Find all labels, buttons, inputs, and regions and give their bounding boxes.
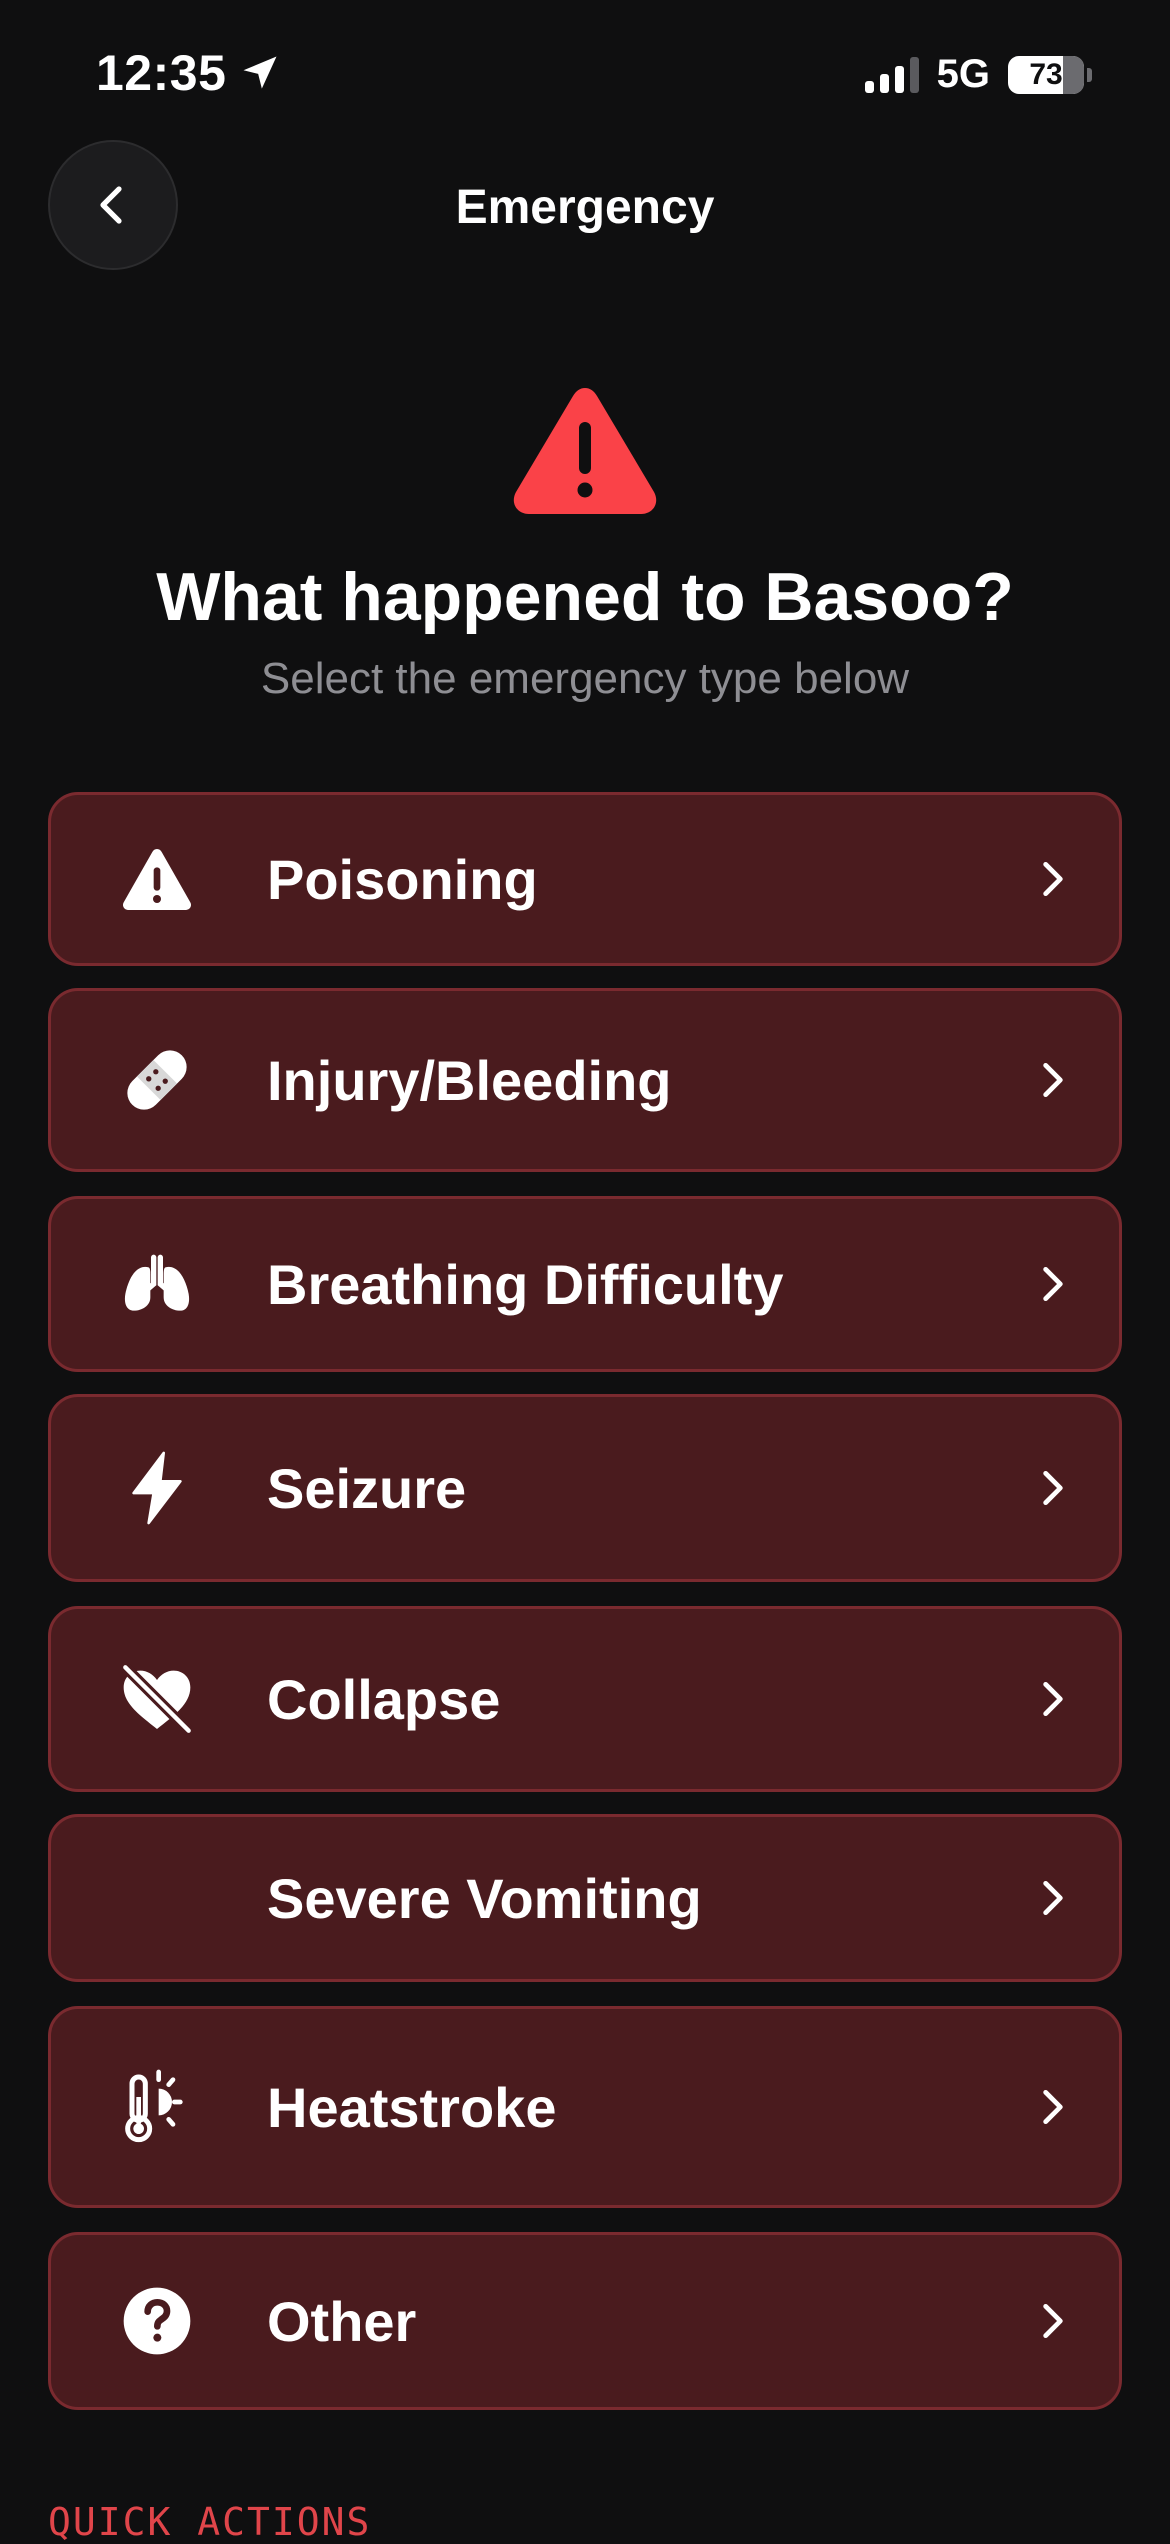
option-label: Seizure xyxy=(267,1456,467,1520)
battery-percentage: 73 xyxy=(1029,57,1063,91)
bandage-icon xyxy=(107,1030,207,1130)
nav-bar: Emergency xyxy=(0,140,1170,275)
option-heatstroke[interactable]: Heatstroke xyxy=(48,2006,1122,2208)
option-other[interactable]: Other xyxy=(48,2232,1122,2410)
option-label: Breathing Difficulty xyxy=(267,1252,784,1316)
chevron-right-icon xyxy=(1043,1681,1063,1717)
battery-icon: 73 xyxy=(1008,55,1092,94)
option-label: Collapse xyxy=(267,1667,501,1731)
thermometer-sun-icon xyxy=(107,2057,207,2157)
option-seizure[interactable]: Seizure xyxy=(48,1394,1122,1582)
hero-title: What happened to Basoo? xyxy=(156,559,1014,635)
lungs-icon xyxy=(107,1234,207,1334)
heart-slash-icon xyxy=(107,1649,207,1749)
signal-icon xyxy=(864,56,919,93)
location-arrow-icon xyxy=(243,56,277,89)
quick-actions-label: QUICK ACTIONS xyxy=(48,2500,372,2544)
chevron-right-icon xyxy=(1043,2089,1063,2125)
chevron-right-icon xyxy=(1043,1880,1063,1916)
option-label: Injury/Bleeding xyxy=(267,1048,672,1112)
option-poisoning[interactable]: Poisoning xyxy=(48,792,1122,966)
warning-triangle-icon xyxy=(513,388,657,514)
option-injury-bleeding[interactable]: Injury/Bleeding xyxy=(48,988,1122,1172)
chevron-right-icon xyxy=(1043,1470,1063,1506)
status-time-text: 12:35 xyxy=(96,45,227,101)
question-circle-icon xyxy=(107,2271,207,2371)
chevron-right-icon xyxy=(1043,1062,1063,1098)
chevron-right-icon xyxy=(1043,861,1063,897)
status-indicators: 5G 73 xyxy=(864,52,1092,97)
option-breathing-difficulty[interactable]: Breathing Difficulty xyxy=(48,1196,1122,1372)
page-title: Emergency xyxy=(455,181,715,234)
option-severe-vomiting[interactable]: Severe Vomiting xyxy=(48,1814,1122,1982)
hero-subtitle: Select the emergency type below xyxy=(260,654,910,703)
lightning-bolt-icon xyxy=(107,1438,207,1538)
status-bar: 12:35 5G 73 xyxy=(0,0,1170,150)
option-label: Other xyxy=(267,2289,417,2353)
option-collapse[interactable]: Collapse xyxy=(48,1606,1122,1792)
network-type: 5G xyxy=(936,52,990,96)
option-label: Heatstroke xyxy=(267,2075,557,2139)
option-label: Poisoning xyxy=(267,847,538,911)
warning-triangle-icon xyxy=(107,829,207,929)
hero: What happened to Basoo? Select the emerg… xyxy=(0,380,1170,704)
chevron-right-icon xyxy=(1043,1266,1063,1302)
chevron-right-icon xyxy=(1043,2303,1063,2339)
option-label: Severe Vomiting xyxy=(267,1866,702,1930)
status-time: 12:35 xyxy=(96,44,282,102)
